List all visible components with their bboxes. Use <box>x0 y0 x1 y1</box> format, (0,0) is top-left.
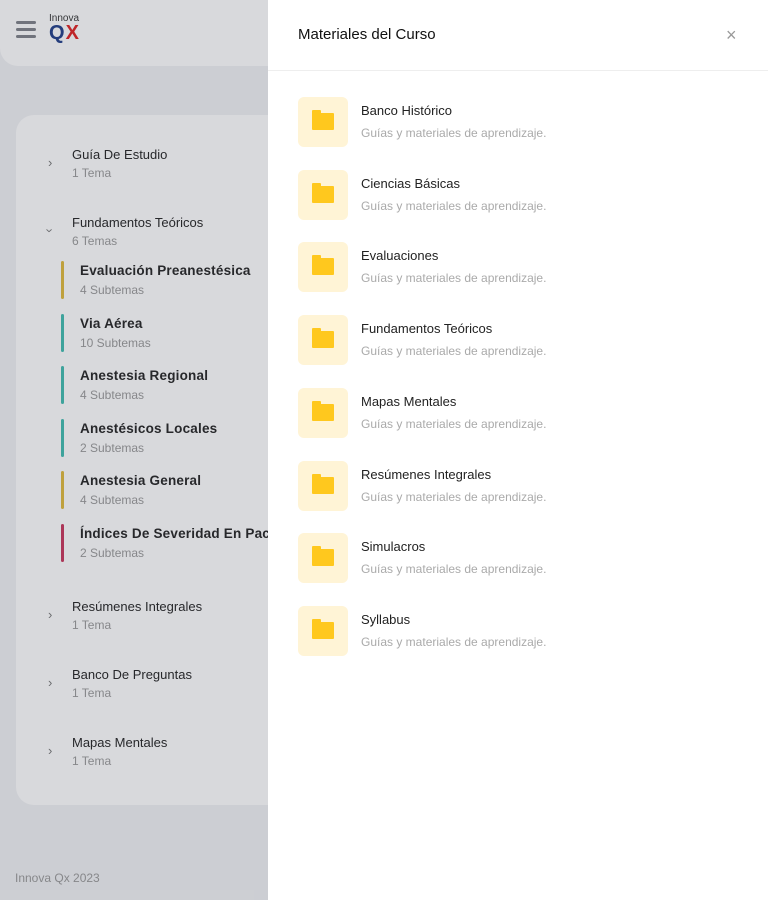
folder-icon-box <box>298 97 348 147</box>
folder-icon <box>312 328 334 349</box>
material-folder-item[interactable]: Resúmenes Integrales Guías y materiales d… <box>298 460 738 513</box>
folder-icon <box>312 546 334 567</box>
folder-icon-box <box>298 460 348 511</box>
folder-icon <box>312 255 334 276</box>
materials-drawer: Materiales del Curso × Banco Histórico Gu… <box>268 0 768 900</box>
drawer-title: Materiales del Curso <box>298 26 436 43</box>
material-folder-item[interactable]: Banco Histórico Guías y materiales de apr… <box>298 97 738 149</box>
folder-icon <box>312 473 334 494</box>
material-folder-item[interactable]: Syllabus Guías y materiales de aprendizaj… <box>298 605 738 658</box>
folder-icon <box>312 110 334 130</box>
material-folder-item[interactable]: Evaluaciones Guías y materiales de aprend… <box>298 242 738 294</box>
folder-icon-box <box>298 387 348 438</box>
close-icon[interactable]: × <box>726 25 737 46</box>
folder-icon-box <box>298 242 348 293</box>
folder-icon <box>312 400 334 421</box>
folder-icon <box>312 182 334 203</box>
folder-icon-box <box>298 315 348 366</box>
material-folder-item[interactable]: Ciencias Básicas Guías y materiales de ap… <box>298 169 738 222</box>
folder-icon <box>312 618 334 639</box>
folder-icon-box <box>298 533 348 584</box>
material-folder-item[interactable]: Fundamentos Teóricos Guías y materiales d… <box>298 315 738 367</box>
divider <box>268 70 768 71</box>
folder-icon-box <box>298 169 348 220</box>
material-folder-item[interactable]: Mapas Mentales Guías y materiales de apre… <box>298 387 738 440</box>
folder-icon-box <box>298 605 348 656</box>
material-folder-item[interactable]: Simulacros Guías y materiales de aprendiz… <box>298 533 738 585</box>
